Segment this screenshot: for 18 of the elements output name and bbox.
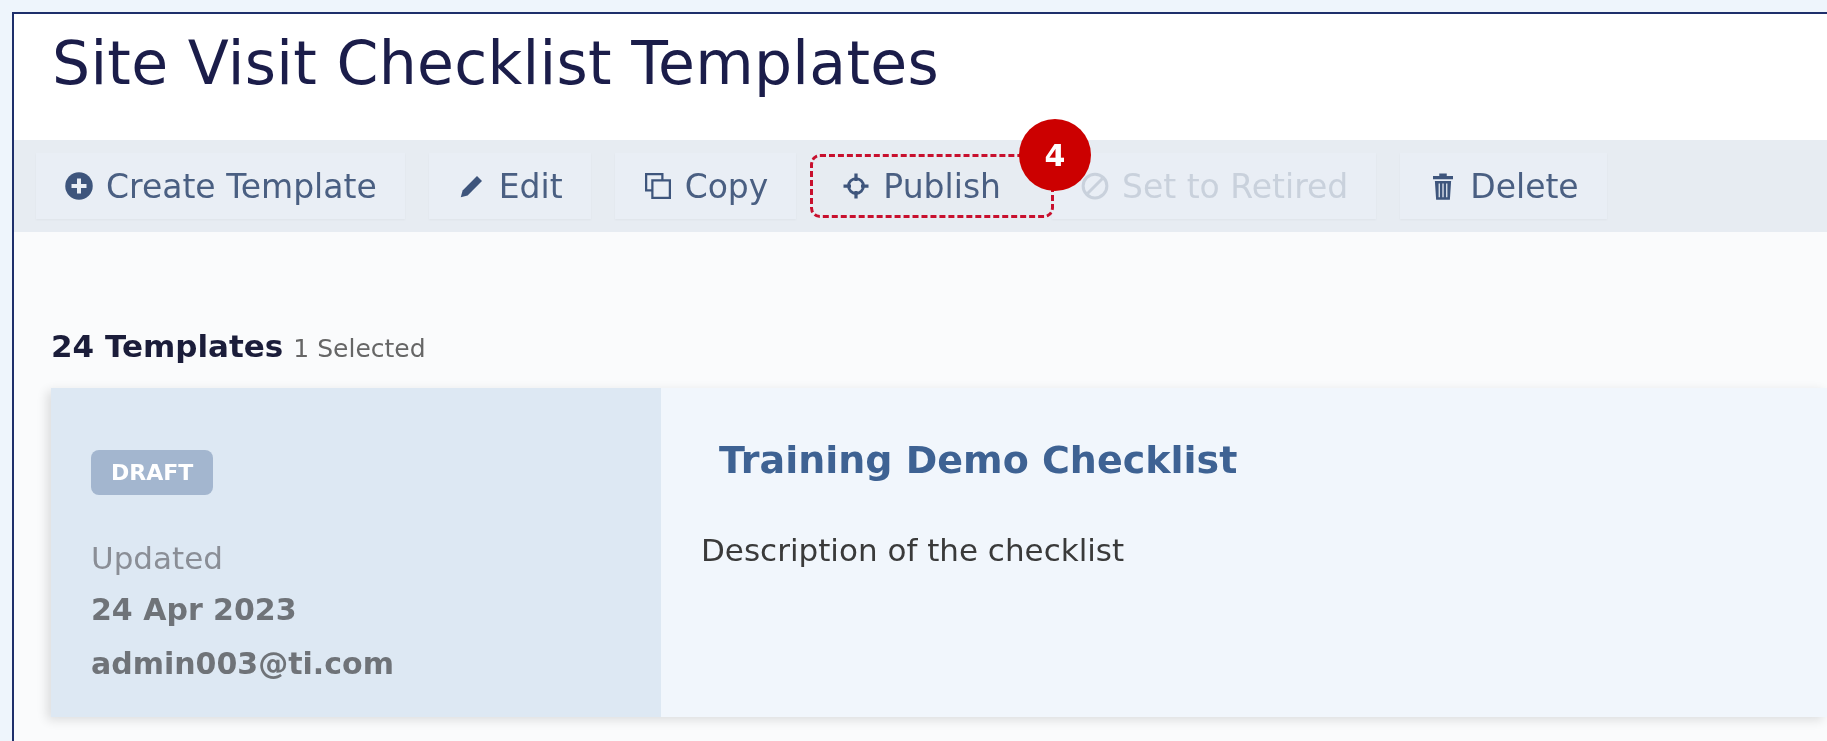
toolbar-button[interactable]: Publish bbox=[813, 157, 1001, 215]
copy-icon bbox=[642, 171, 673, 201]
toolbar-button[interactable]: Delete bbox=[1400, 153, 1607, 219]
crosshair-icon bbox=[841, 171, 872, 201]
toolbar-button[interactable]: Copy bbox=[614, 153, 797, 219]
plus-circle-icon bbox=[64, 171, 94, 201]
page-title: Site Visit Checklist Templates bbox=[14, 14, 1827, 140]
template-description: Description of the checklist bbox=[701, 532, 1126, 568]
template-count: 24 Templates bbox=[51, 328, 284, 364]
template-title[interactable]: Training Demo Checklist bbox=[719, 438, 1827, 482]
updated-date: 24 Apr 2023 bbox=[91, 591, 297, 629]
status-tag: DRAFT bbox=[91, 450, 214, 495]
selected-count: 1 Selected bbox=[293, 334, 426, 363]
updated-label: Updated bbox=[91, 539, 223, 578]
ban-icon bbox=[1080, 171, 1110, 201]
toolbar-button[interactable]: Edit bbox=[428, 153, 591, 219]
toolbar-button[interactable]: Create Template bbox=[36, 153, 405, 219]
author-email: admin003@ti.com bbox=[91, 645, 394, 683]
